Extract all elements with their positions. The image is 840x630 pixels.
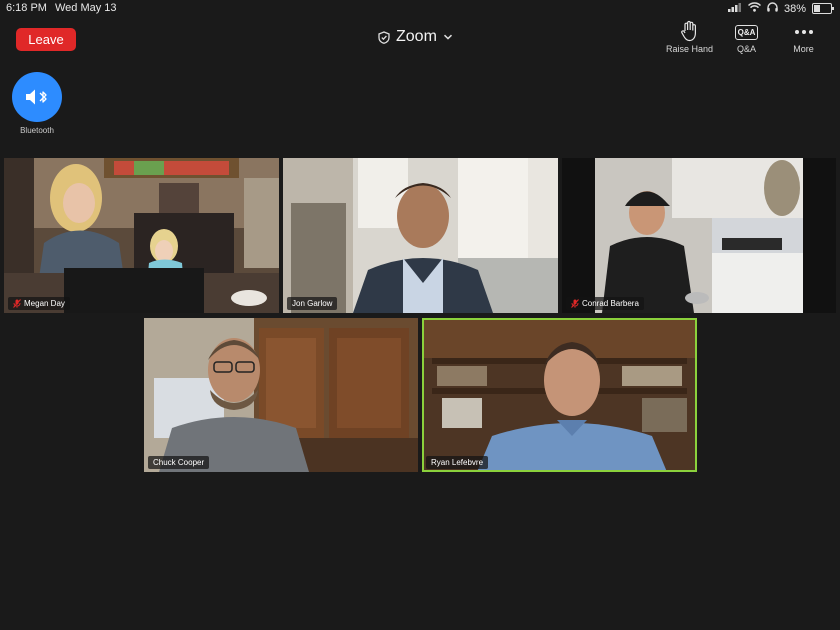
participant-name: Megan Day bbox=[24, 299, 65, 308]
qa-icon: Q&A bbox=[734, 24, 759, 40]
audio-output-label: Bluetooth bbox=[20, 126, 54, 135]
leave-button[interactable]: Leave bbox=[16, 28, 76, 51]
video-tile-chuck-cooper[interactable]: Chuck Cooper bbox=[144, 318, 418, 472]
participant-nameplate: Megan Day bbox=[8, 297, 70, 310]
meeting-title-menu[interactable]: Zoom bbox=[378, 26, 453, 48]
more-icon bbox=[794, 27, 814, 37]
raise-hand-label: Raise Hand bbox=[665, 44, 714, 54]
video-tile-jon-garlow[interactable]: Jon Garlow bbox=[283, 158, 558, 313]
headphones-icon bbox=[767, 2, 778, 15]
participant-name: Ryan Lefebvre bbox=[431, 458, 484, 467]
chevron-down-icon bbox=[443, 34, 453, 40]
participant-nameplate: Chuck Cooper bbox=[148, 456, 210, 469]
more-button[interactable]: More bbox=[775, 20, 832, 54]
muted-mic-icon bbox=[13, 299, 21, 308]
participant-name: Conrad Barbera bbox=[582, 299, 639, 308]
speaker-bluetooth-icon bbox=[12, 72, 62, 122]
video-tile-conrad-barbera[interactable]: Conrad Barbera bbox=[562, 158, 836, 313]
meeting-toolbar: Leave Zoom Raise Hand Q&A Q&A More bbox=[0, 18, 840, 62]
video-feed bbox=[283, 158, 558, 313]
shield-icon bbox=[378, 30, 390, 44]
qa-button[interactable]: Q&A Q&A bbox=[718, 20, 775, 54]
qa-label: Q&A bbox=[736, 44, 756, 54]
battery-percent: 38% bbox=[783, 2, 806, 15]
participant-name: Jon Garlow bbox=[292, 299, 333, 308]
participant-nameplate: Ryan Lefebvre bbox=[426, 456, 489, 469]
raise-hand-button[interactable]: Raise Hand bbox=[661, 20, 718, 54]
status-date: Wed May 13 bbox=[54, 2, 117, 14]
wifi-icon bbox=[747, 2, 761, 15]
video-feed bbox=[562, 158, 836, 313]
participant-nameplate: Jon Garlow bbox=[287, 297, 338, 310]
status-bar: 6:18 PM Wed May 13 38% bbox=[0, 0, 840, 18]
audio-output-button[interactable]: Bluetooth bbox=[12, 72, 62, 135]
more-label: More bbox=[793, 44, 814, 54]
video-feed bbox=[422, 318, 697, 472]
participant-nameplate: Conrad Barbera bbox=[566, 297, 644, 310]
video-feed bbox=[4, 158, 279, 313]
raise-hand-icon bbox=[680, 20, 700, 44]
signal-icon bbox=[727, 2, 742, 15]
battery-fill bbox=[814, 5, 820, 12]
video-tile-megan-day[interactable]: Megan Day bbox=[4, 158, 279, 313]
status-time: 6:18 PM bbox=[6, 2, 47, 14]
participant-name: Chuck Cooper bbox=[153, 458, 205, 467]
video-feed bbox=[144, 318, 418, 472]
muted-mic-icon bbox=[571, 299, 579, 308]
video-tile-ryan-lefebvre[interactable]: Ryan Lefebvre bbox=[422, 318, 697, 472]
battery-icon bbox=[812, 3, 834, 14]
meeting-title: Zoom bbox=[396, 28, 437, 45]
